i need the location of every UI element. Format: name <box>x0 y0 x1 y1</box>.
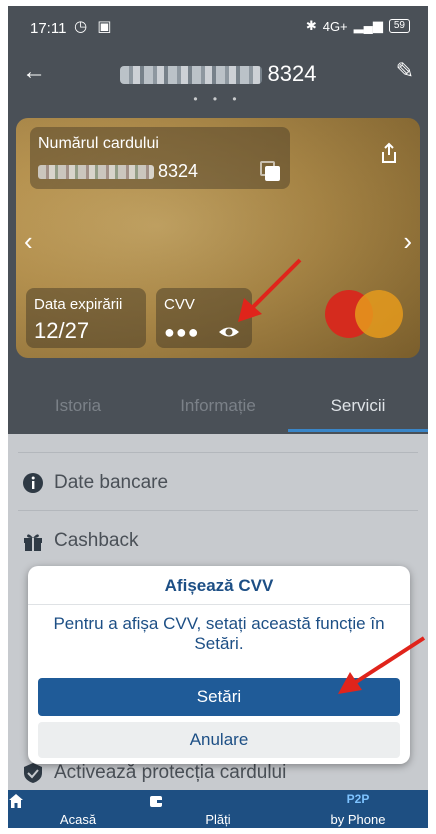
status-right: ✱ 4G+ ▂▄▆ 59 <box>306 18 410 34</box>
status-time: 17:11 <box>30 20 67 37</box>
eye-icon[interactable] <box>218 324 240 340</box>
battery-icon: 59 <box>388 19 410 33</box>
chevron-left-icon[interactable]: ‹ <box>24 226 33 257</box>
nav-label: Acasă <box>59 812 97 827</box>
network-label: 4G+ <box>322 18 348 34</box>
share-icon[interactable] <box>378 142 400 164</box>
shield-icon <box>24 763 42 783</box>
expiry-value: 12/27 <box>34 318 90 343</box>
card-number-box: Numărul cardului 8324 <box>30 127 290 189</box>
dialog-title: Afișează CVV <box>164 576 274 595</box>
mastercard-logo <box>325 290 403 338</box>
wallet-icon <box>150 796 162 807</box>
card-number-label: Numărul cardului <box>38 135 159 152</box>
nav-item-payments[interactable]: Plăți <box>148 790 288 828</box>
service-label: Cashback <box>54 530 139 551</box>
edit-pencil-icon[interactable]: ✎ <box>396 58 414 84</box>
card-title-last4: 8324 <box>267 61 317 86</box>
dialog-message: Pentru a afișa CVV, setați această funcț… <box>53 614 385 653</box>
status-bar: 17:11 ◷ ▣ ✱ 4G+ ▂▄▆ 59 <box>8 6 428 48</box>
settings-button[interactable]: Setări <box>38 678 400 716</box>
copy-icon[interactable] <box>260 161 280 181</box>
service-label: Date bancare <box>54 472 169 493</box>
masked-card-digits <box>38 165 154 180</box>
dialog-divider <box>28 604 410 605</box>
nav-item-p2p[interactable]: P2P by Phone <box>288 790 428 828</box>
cancel-button[interactable]: Anulare <box>38 722 400 758</box>
masked-number <box>119 66 262 85</box>
page-dots: • • • <box>193 92 243 106</box>
tab-informatie[interactable]: Informație <box>148 382 288 432</box>
home-icon <box>9 794 23 808</box>
bluetooth-icon: ✱ <box>305 18 317 33</box>
bottom-nav: Acasă Plăți P2P by Phone <box>8 790 428 828</box>
card-number-last4: 8324 <box>158 161 199 181</box>
gift-icon <box>24 534 42 551</box>
expiry-box: Data expirării 12/27 <box>26 288 146 348</box>
top-bar: ← 8324 ✎ <box>8 48 428 98</box>
tab-servicii[interactable]: Servicii <box>288 382 428 432</box>
divider <box>18 452 418 453</box>
chevron-right-icon[interactable]: › <box>403 226 412 257</box>
app-frame: 17:11 ◷ ▣ ✱ 4G+ ▂▄▆ 59 ← 8324 ✎ • • • Nu… <box>8 6 428 828</box>
card-title: 8324 <box>8 61 428 87</box>
status-icons: ◷ ▣ <box>74 18 115 35</box>
service-label: Activează protecția cardului <box>54 762 287 783</box>
signal-icon: ▂▄▆ <box>353 18 383 33</box>
info-icon <box>23 473 43 493</box>
nav-label: Plăți <box>205 812 231 827</box>
tab-bar: Istoria Informație Servicii <box>8 382 428 432</box>
cvv-value: ●●● <box>164 322 200 342</box>
card-header-area: 17:11 ◷ ▣ ✱ 4G+ ▂▄▆ 59 ← 8324 ✎ • • • Nu… <box>8 6 428 434</box>
expiry-label: Data expirării <box>34 296 123 313</box>
p2p-badge: P2P <box>346 792 370 806</box>
tab-istoria[interactable]: Istoria <box>8 382 148 432</box>
show-cvv-dialog: Afișează CVV Pentru a afișa CVV, setați … <box>28 566 410 764</box>
bank-card: Numărul cardului 8324 ‹ › Data expirării… <box>16 118 420 358</box>
card-number-value: 8324 <box>38 161 198 182</box>
cvv-label: CVV <box>164 296 195 313</box>
cvv-box[interactable]: CVV ●●● <box>156 288 252 348</box>
nav-label: by Phone <box>330 812 386 827</box>
divider <box>18 510 418 511</box>
nav-item-home[interactable]: Acasă <box>8 790 148 828</box>
